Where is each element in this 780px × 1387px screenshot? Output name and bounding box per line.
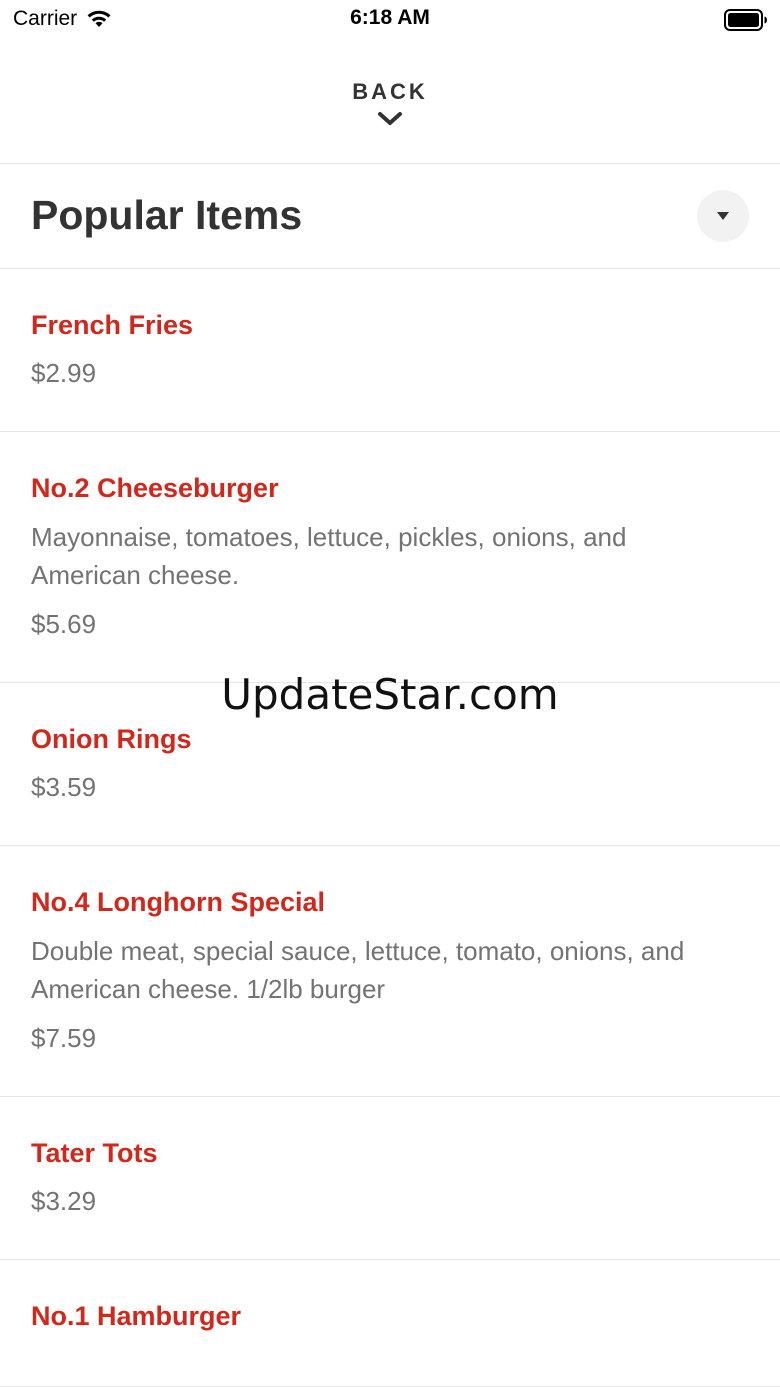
status-time: 6:18 AM <box>350 6 430 29</box>
item-price: $3.59 <box>31 772 97 802</box>
section-toggle-button[interactable] <box>697 190 749 242</box>
item-price: $2.99 <box>31 358 97 388</box>
chevron-down-icon <box>378 112 402 125</box>
item-description: Double meat, special sauce, lettuce, tom… <box>31 936 685 1004</box>
menu-item[interactable]: No.2 Cheeseburger Mayonnaise, tomatoes, … <box>0 432 780 683</box>
battery-icon <box>724 9 768 31</box>
menu-item[interactable]: Onion Rings $3.59 <box>0 683 780 846</box>
status-bar: Carrier 6:18 AM <box>0 0 780 40</box>
item-name: Onion Rings <box>31 724 192 754</box>
menu-item[interactable]: Tater Tots $3.29 <box>0 1097 780 1260</box>
section-title: Popular Items <box>31 192 303 238</box>
item-price: $7.59 <box>31 1023 97 1053</box>
menu-item[interactable]: French Fries $2.99 <box>0 269 780 432</box>
section-header: Popular Items <box>0 164 780 269</box>
item-name: French Fries <box>31 310 194 340</box>
menu-item[interactable]: No.1 Hamburger <box>0 1260 780 1387</box>
back-button[interactable]: BACK <box>0 40 780 164</box>
caret-down-icon <box>717 212 729 220</box>
item-price: $5.69 <box>31 609 97 639</box>
menu-item[interactable]: No.4 Longhorn Special Double meat, speci… <box>0 846 780 1097</box>
back-label: BACK <box>352 79 428 104</box>
item-name: No.1 Hamburger <box>31 1301 242 1331</box>
item-price: $3.29 <box>31 1186 97 1216</box>
item-name: No.4 Longhorn Special <box>31 887 326 917</box>
item-name: No.2 Cheeseburger <box>31 473 279 503</box>
menu-item-list: French Fries $2.99 No.2 Cheeseburger May… <box>0 269 780 1387</box>
item-description: Mayonnaise, tomatoes, lettuce, pickles, … <box>31 522 627 590</box>
item-name: Tater Tots <box>31 1138 158 1168</box>
